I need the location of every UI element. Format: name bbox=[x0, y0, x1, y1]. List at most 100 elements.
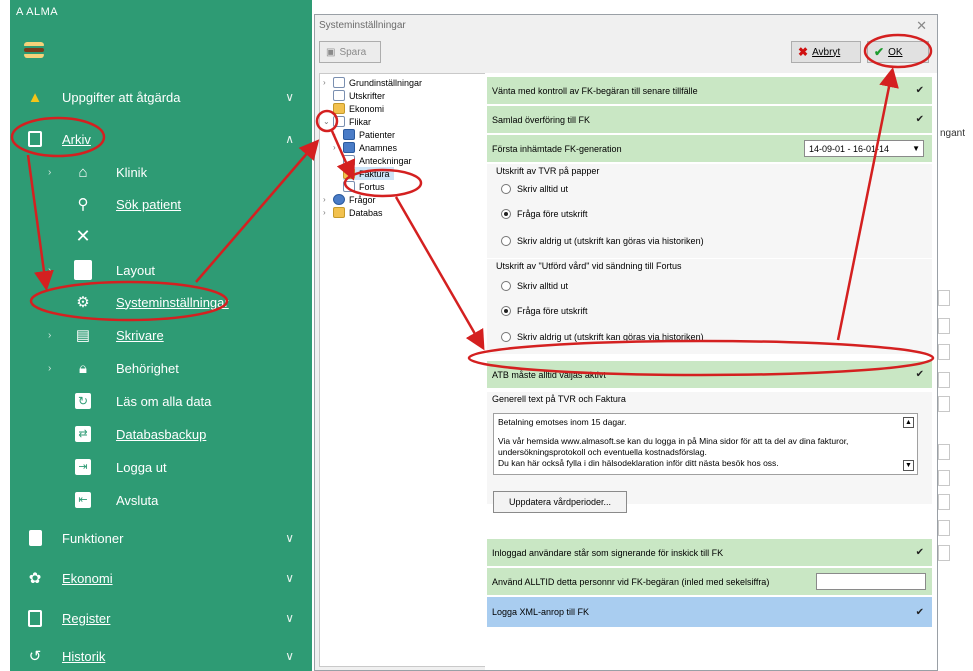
text-line: Betalning emotses inom 15 dagar. bbox=[498, 417, 627, 427]
setting-row[interactable]: Vänta med kontroll av FK-begäran till se… bbox=[487, 77, 932, 105]
checkmark-icon[interactable]: ✔ bbox=[916, 369, 924, 380]
tree-item[interactable]: ⌄ Flikar bbox=[323, 115, 371, 128]
personnr-input[interactable] bbox=[816, 573, 926, 590]
checkmark-icon[interactable]: ✔ bbox=[916, 547, 924, 558]
tree-item[interactable]: Fortus bbox=[343, 180, 385, 193]
background-field bbox=[938, 470, 950, 486]
expand-arrow-icon: › bbox=[48, 166, 52, 178]
nav-close[interactable]: ✕ bbox=[10, 221, 312, 251]
nav-logga-ut[interactable]: ⇥ Logga ut bbox=[10, 452, 312, 482]
generation-select[interactable]: 14-09-01 - 16-01-14 ▼ bbox=[804, 140, 924, 157]
radio-option[interactable]: Skriv alltid ut bbox=[501, 281, 568, 291]
update-care-periods-button[interactable]: Uppdatera vårdperioder... bbox=[493, 491, 627, 513]
radio-label: Skriv aldrig ut (utskrift kan göras via … bbox=[517, 332, 704, 342]
nav-databasbackup[interactable]: ⇄ Databasbackup bbox=[10, 419, 312, 449]
tree-item[interactable]: › Frågor bbox=[323, 193, 376, 206]
radio-option[interactable]: Skriv aldrig ut (utskrift kan göras via … bbox=[501, 332, 704, 342]
nav-avsluta[interactable]: ⇤ Avsluta bbox=[10, 485, 312, 515]
nav-ekonomi[interactable]: ✿ Ekonomi ∨ bbox=[10, 563, 312, 593]
nav-uppgifter[interactable]: ▲ Uppgifter att åtgärda ∨ bbox=[10, 82, 312, 112]
checkmark-icon[interactable]: ✔ bbox=[916, 607, 924, 618]
tree-label: Flikar bbox=[349, 116, 371, 127]
functions-icon bbox=[24, 527, 46, 549]
background-field bbox=[938, 290, 950, 306]
tree-item[interactable]: Utskrifter bbox=[333, 89, 385, 102]
expand-arrow-icon: › bbox=[323, 78, 326, 87]
background-field bbox=[938, 444, 950, 460]
setting-row-xml[interactable]: Logga XML-anrop till FK ✔ bbox=[487, 597, 932, 627]
tree-item[interactable]: Ekonomi bbox=[333, 102, 384, 115]
radio-option[interactable]: Skriv aldrig ut (utskrift kan göras via … bbox=[501, 236, 704, 246]
tree-item[interactable]: › Anamnes bbox=[333, 141, 397, 154]
dropdown-arrow-icon: ▼ bbox=[912, 144, 920, 153]
nav-layout[interactable]: › Layout bbox=[10, 255, 312, 285]
expand-arrow-icon: › bbox=[333, 130, 336, 139]
ok-button[interactable]: ✔ OK bbox=[867, 41, 929, 63]
radio-label: Fråga före utskrift bbox=[517, 306, 588, 316]
printer-icon: ▤ bbox=[75, 327, 91, 344]
radio-option[interactable]: Skriv alltid ut bbox=[501, 184, 568, 194]
background-field bbox=[938, 545, 950, 561]
nav-historik[interactable]: ↺ Historik ∨ bbox=[10, 641, 312, 671]
setting-label: Logga XML-anrop till FK bbox=[492, 607, 590, 617]
dialog-title: Systeminställningar bbox=[319, 20, 406, 31]
checkmark-icon[interactable]: ✔ bbox=[916, 85, 924, 96]
nav-skrivare[interactable]: › ▤ Skrivare bbox=[10, 320, 312, 350]
tree-label: Utskrifter bbox=[349, 90, 385, 101]
nav-klinik[interactable]: › ⌂ Klinik bbox=[10, 157, 312, 187]
setting-row-atb[interactable]: ATB måste alltid väljas aktivt ✔ bbox=[487, 361, 932, 389]
tree-item-faktura[interactable]: Faktura bbox=[343, 167, 394, 180]
radio-icon bbox=[501, 306, 511, 316]
background-field bbox=[938, 494, 950, 510]
register-icon bbox=[24, 607, 46, 629]
general-text-field[interactable]: Betalning emotses inom 15 dagar. Via vår… bbox=[493, 413, 918, 475]
setting-label: Samlad överföring till FK bbox=[492, 114, 591, 125]
nav-las-om[interactable]: ↻ Läs om alla data bbox=[10, 386, 312, 416]
radio-option[interactable]: Fråga före utskrift bbox=[501, 306, 588, 316]
warning-icon: ▲ bbox=[27, 88, 43, 106]
document-icon bbox=[333, 116, 345, 127]
chevron-down-icon: ∨ bbox=[285, 90, 294, 104]
chevron-down-icon: ∨ bbox=[285, 571, 294, 585]
database-icon bbox=[333, 207, 345, 218]
nav-sok-patient[interactable]: ⚲ Sök patient bbox=[10, 189, 312, 219]
save-label: Spara bbox=[339, 46, 367, 58]
nav-funktioner[interactable]: Funktioner ∨ bbox=[10, 523, 312, 553]
scroll-up-icon[interactable]: ▲ bbox=[903, 417, 914, 428]
save-icon: ▣ bbox=[326, 46, 336, 58]
tree-item[interactable]: › Databas bbox=[323, 206, 383, 219]
radio-icon bbox=[501, 209, 511, 219]
tree-item[interactable]: › Patienter bbox=[333, 128, 395, 141]
checkmark-icon[interactable]: ✔ bbox=[916, 114, 924, 125]
save-button[interactable]: ▣ Spara bbox=[319, 41, 381, 63]
nav-systeminstallningar[interactable]: ⚙ Systeminställningar bbox=[10, 287, 312, 317]
settings-panel: Vänta med kontroll av FK-begäran till se… bbox=[485, 73, 937, 670]
radio-icon bbox=[501, 332, 511, 342]
nav-behorighet[interactable]: › 🔒︎ Behörighet bbox=[10, 353, 312, 383]
expand-arrow-icon: › bbox=[48, 362, 52, 374]
home-icon: ⌂ bbox=[78, 163, 88, 181]
nav-arkiv[interactable]: Arkiv ∧ bbox=[10, 124, 312, 154]
radio-label: Fråga före utskrift bbox=[517, 209, 588, 219]
layout-icon bbox=[72, 259, 94, 281]
gear-icon: ⚙ bbox=[76, 294, 90, 311]
group-title: Utskrift av TVR på papper bbox=[496, 166, 600, 176]
menu-burger-icon[interactable] bbox=[24, 42, 44, 58]
nav-register[interactable]: Register ∨ bbox=[10, 603, 312, 633]
setting-row[interactable]: Inloggad användare står som signerande f… bbox=[487, 539, 932, 567]
radio-option[interactable]: Fråga före utskrift bbox=[501, 209, 588, 219]
tree-item[interactable]: Anteckningar bbox=[343, 154, 412, 167]
close-icon[interactable]: ✕ bbox=[916, 18, 927, 34]
setting-row: Första inhämtade FK-generation 14-09-01 … bbox=[487, 135, 932, 163]
fortus-print-group: Utskrift av "Utförd vård" vid sändning t… bbox=[487, 259, 932, 354]
cancel-button[interactable]: ✖ Avbryt bbox=[791, 41, 861, 63]
archive-icon bbox=[24, 128, 46, 150]
expand-arrow-icon: › bbox=[48, 329, 52, 341]
tree-item[interactable]: › Grundinställningar bbox=[323, 76, 422, 89]
scroll-down-icon[interactable]: ▼ bbox=[903, 460, 914, 471]
nav-label: Register bbox=[62, 610, 111, 626]
radio-icon bbox=[501, 236, 511, 246]
tree-label: Anteckningar bbox=[359, 155, 412, 166]
app-title: A ALMA bbox=[16, 6, 59, 18]
setting-row[interactable]: Samlad överföring till FK ✔ bbox=[487, 106, 932, 134]
